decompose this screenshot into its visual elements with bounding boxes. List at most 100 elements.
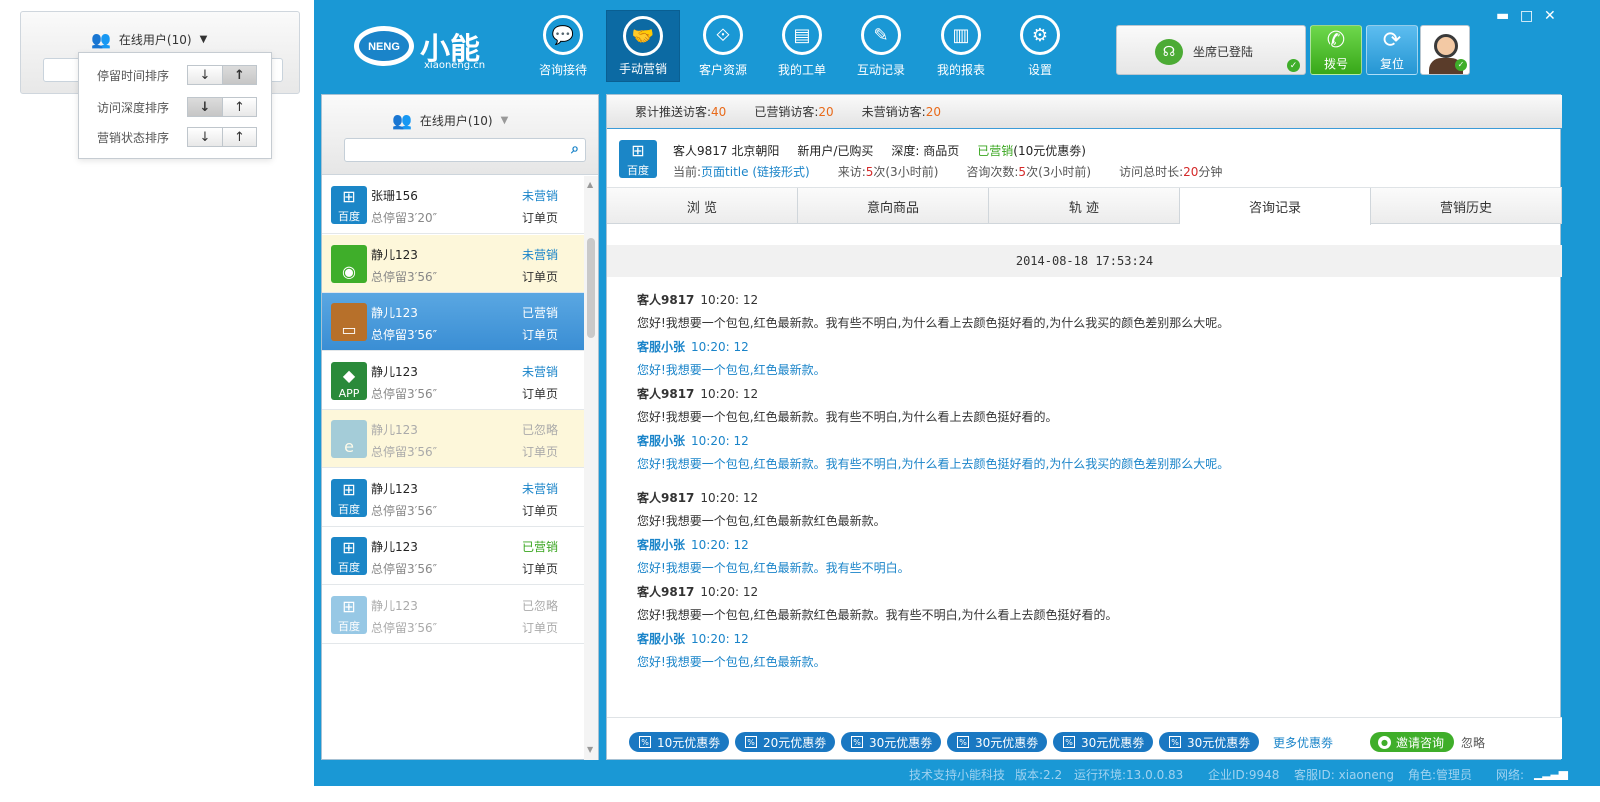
nav-label: 我的工单	[777, 63, 826, 77]
message-sender: 客人9817	[637, 585, 695, 599]
sort-asc-button[interactable]: ↑	[222, 98, 256, 116]
coupon-button[interactable]: % 30元优惠劵	[947, 732, 1048, 752]
detail-panel: 累计推送访客:40 已营销访客:20 未营销访客:20 ⊞ 百度 客人9817 北…	[606, 94, 1562, 760]
nav-settings[interactable]: ⚙ 设置	[1003, 10, 1077, 82]
visitor-marketing-status: 未营销	[521, 247, 558, 262]
nav-label: 互动记录	[856, 63, 905, 77]
visitor-row[interactable]: ⊞ 百度 张珊156 总停留3′20″ 未营销 订单页	[322, 176, 586, 234]
online-users-title: 在线用户(10)	[419, 114, 493, 128]
visitor-row[interactable]: ⊞ 百度 静儿123 总停留3′56″ 未营销 订单页	[322, 469, 586, 527]
version-text: 版本:2.2	[1015, 768, 1063, 782]
visitor-row[interactable]: ⊞ 百度 静儿123 总停留3′56″ 已营销 订单页	[322, 527, 586, 585]
baidu-source-icon: ⊞ 百度	[331, 595, 367, 634]
visitor-marketing-status: 已营销	[521, 540, 558, 554]
visitor-name: 静儿123	[371, 481, 418, 496]
coupon-icon: %	[1169, 736, 1181, 748]
visitor-name: 静儿123	[371, 423, 418, 437]
tab-marketing-history[interactable]: 营销历史	[1371, 188, 1562, 224]
message-sender: 客服小张	[637, 434, 686, 448]
more-coupons-link[interactable]: 更多优惠劵	[1273, 734, 1333, 751]
visitor-marketing-status: 未营销	[521, 481, 558, 496]
document-icon: ▤	[782, 15, 822, 55]
visitor-row[interactable]: e 静儿123 总停留3′56″ 已忽略 订单页	[322, 410, 586, 468]
coupon-icon: %	[745, 736, 757, 748]
agent-avatar[interactable]: ✓	[1420, 25, 1470, 75]
visitor-row[interactable]: ◆ APP 静儿123 总停留3′56″ 未营销 订单页	[322, 352, 586, 410]
minimize-icon[interactable]: ▬	[1496, 8, 1509, 24]
ignore-link[interactable]: 忽略	[1461, 734, 1485, 751]
agent-status-text: 坐席已登陆	[1193, 45, 1254, 59]
sort-asc-button[interactable]: ↑	[222, 128, 256, 146]
visitor-name: 静儿123	[371, 247, 418, 262]
visitor-search-input[interactable]: ⌕	[344, 138, 586, 162]
coupon-button[interactable]: % 10元优惠劵	[629, 732, 730, 752]
customer-marketing-status: 已营销	[977, 144, 1014, 158]
nav-my-reports[interactable]: ▥ 我的报表	[924, 10, 998, 82]
scroll-down-icon[interactable]: ▼	[587, 745, 593, 754]
nav-manual-marketing[interactable]: 🤝 手动营销	[606, 10, 680, 82]
sort-desc-button[interactable]: ↓	[188, 98, 222, 116]
customer-coupon: (10元优惠劵)	[1013, 144, 1086, 158]
invite-label: 邀请咨询	[1396, 735, 1445, 750]
share-nodes-icon: ⟐	[703, 15, 743, 55]
message-time: 10:20: 12	[691, 538, 749, 552]
visitor-name: 静儿123	[371, 540, 418, 554]
agent-id-text: 客服ID: xiaoneng	[1294, 768, 1394, 782]
visitor-page: 订单页	[521, 562, 558, 576]
scroll-up-icon[interactable]: ▲	[587, 180, 593, 189]
visitor-stay-time: 总停留3′20″	[371, 211, 438, 225]
nav-label: 咨询接待	[538, 63, 587, 77]
chat-source-icon: ▭	[331, 303, 367, 341]
coupon-icon: %	[639, 736, 651, 748]
app-window: NENG 小能 xiaoneng.cn 💬 咨询接待 🤝 手动营销 ⟐ 客户资源…	[314, 0, 1600, 786]
visitor-list-scrollbar[interactable]: ▲ ▼	[584, 176, 598, 760]
coupon-label: 30元优惠劵	[975, 735, 1039, 750]
message-time: 10:20: 12	[700, 585, 759, 599]
coupon-button[interactable]: % 30元优惠劵	[841, 732, 942, 752]
coupon-button[interactable]: % 30元优惠劵	[1053, 732, 1154, 752]
sort-label: 停留时间排序	[97, 68, 170, 83]
invite-consult-button[interactable]: ● 邀请咨询	[1370, 732, 1455, 752]
chevron-down-icon[interactable]: ▼	[200, 34, 208, 45]
close-icon[interactable]: ✕	[1544, 8, 1556, 24]
current-page-link[interactable]: 页面title (链接形式)	[701, 165, 810, 179]
sort-asc-button[interactable]: ↑	[222, 66, 256, 84]
nav-interaction-records[interactable]: ✎ 互动记录	[844, 10, 918, 82]
nav-my-tickets[interactable]: ▤ 我的工单	[765, 10, 839, 82]
visitor-row[interactable]: ⊞ 百度 静儿123 总停留3′56″ 已忽略 订单页	[322, 586, 586, 644]
visitor-page: 订单页	[521, 620, 558, 635]
tab-browse[interactable]: 浏 览	[607, 188, 798, 224]
agent-message: 客服小张 10:20: 12 您好!我想要一个包包,红色最新款。我有些不明白。	[637, 536, 910, 576]
message-time: 10:20: 12	[700, 387, 759, 401]
tab-intended-products[interactable]: 意向商品	[798, 188, 989, 224]
nav-customer-resources[interactable]: ⟐ 客户资源	[686, 10, 760, 82]
customer-message: 客人9817 10:20: 12 您好!我想要一个包包,红色最新款红色最新款。	[637, 489, 886, 529]
tab-consult-records[interactable]: 咨询记录	[1180, 188, 1371, 225]
agent-message: 客服小张 10:20: 12 您好!我想要一个包包,红色最新款。	[637, 338, 826, 378]
message-time: 10:20: 12	[700, 293, 759, 307]
chevron-down-icon[interactable]: ▼	[501, 115, 509, 126]
refresh-icon: ⟳	[1382, 28, 1402, 53]
reset-button[interactable]: ⟳ 复位	[1366, 25, 1418, 75]
reset-label: 复位	[1379, 57, 1404, 71]
tab-trail[interactable]: 轨 迹	[989, 188, 1180, 224]
visitor-stay-time: 总停留3′56″	[371, 386, 438, 401]
search-icon[interactable]: ⌕	[571, 141, 579, 157]
coupon-button[interactable]: % 30元优惠劵	[1159, 732, 1260, 752]
support-text: 技术支持小能科技	[909, 768, 1006, 782]
unmarketed-label: 未营销访客:	[861, 105, 926, 119]
visitor-row[interactable]: ◉ 静儿123 总停留3′56″ 未营销 订单页	[322, 234, 586, 293]
sort-desc-button[interactable]: ↓	[188, 66, 222, 84]
coupon-button[interactable]: % 20元优惠劵	[735, 732, 836, 752]
phone-icon: ✆	[1326, 28, 1346, 53]
visitor-row[interactable]: ▭ 静儿123 总停留3′56″ 已营销 订单页	[322, 293, 586, 351]
customer-message: 客人9817 10:20: 12 您好!我想要一个包包,红色最新款红色最新款。我有些…	[637, 583, 1117, 623]
dial-button[interactable]: ✆ 拨号	[1310, 25, 1362, 75]
sort-label: 营销状态排序	[97, 130, 170, 145]
detail-tabs: 浏 览 意向商品 轨 迹 咨询记录 营销历史	[607, 188, 1562, 225]
sort-desc-button[interactable]: ↓	[188, 128, 222, 146]
app-source-icon: ◆ APP	[331, 361, 367, 400]
nav-consult[interactable]: 💬 咨询接待	[526, 10, 600, 82]
message-text: 您好!我想要一个包包,红色最新款。	[637, 655, 826, 669]
maximize-icon[interactable]: □	[1520, 8, 1533, 24]
